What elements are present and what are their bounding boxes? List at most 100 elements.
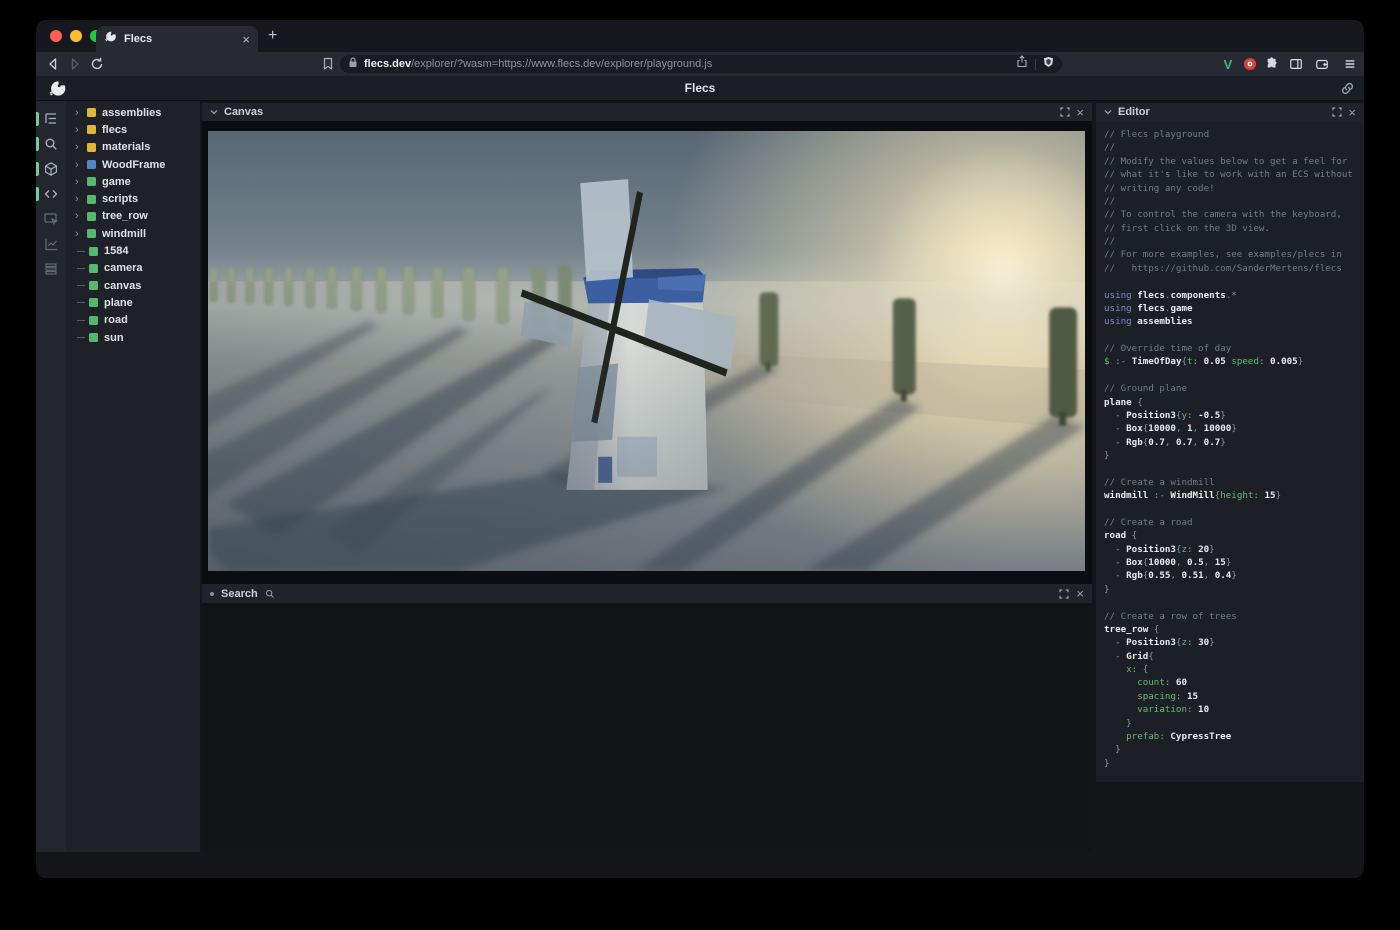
canvas-3d-view[interactable] (202, 121, 1092, 584)
tree-item-windmill[interactable]: › windmill (66, 225, 200, 242)
tree-item-camera[interactable]: camera (66, 260, 200, 277)
sidebar-icon[interactable] (1288, 56, 1304, 72)
3d-scene (208, 131, 1085, 571)
leaf-dash-icon (77, 320, 85, 321)
chevron-right-icon[interactable]: › (75, 159, 87, 171)
rail-code-icon[interactable] (36, 182, 66, 206)
entity-tree: ›assemblies›flecs›materials›WoodFrame›ga… (66, 101, 200, 852)
tree-item-sun[interactable]: sun (66, 329, 200, 346)
entity-color-swatch (87, 177, 96, 186)
extensions-puzzle-icon[interactable] (1264, 56, 1280, 72)
chevron-down-icon[interactable] (1104, 108, 1112, 116)
entity-color-swatch (89, 247, 98, 256)
link-icon[interactable] (1340, 81, 1355, 101)
entity-color-swatch (87, 125, 96, 134)
entity-color-swatch (89, 264, 98, 273)
tree-item-road[interactable]: road (66, 312, 200, 329)
menu-icon[interactable] (1342, 56, 1358, 72)
url-text: flecs.dev/explorer/?wasm=https://www.fle… (364, 58, 1010, 70)
chevron-right-icon[interactable]: › (75, 193, 87, 205)
tree-item-label: WoodFrame (102, 159, 165, 171)
tree-item-label: tree_row (102, 210, 148, 222)
tree-item-label: windmill (102, 228, 146, 240)
leaf-dash-icon (77, 251, 85, 252)
search-panel-title: Search (221, 588, 258, 600)
canvas-panel-title: Canvas (224, 106, 263, 118)
page-header: Flecs (36, 76, 1364, 101)
chevron-right-icon[interactable]: › (75, 141, 87, 153)
rail-chart-icon[interactable] (36, 232, 66, 256)
close-panel-icon[interactable]: × (1076, 106, 1084, 119)
rail-hierarchy-icon[interactable] (36, 107, 66, 131)
forward-icon[interactable] (67, 56, 83, 72)
chevron-right-icon[interactable]: › (75, 107, 87, 119)
tree-item-plane[interactable]: plane (66, 294, 200, 311)
rail-search-icon[interactable] (36, 132, 66, 156)
fullscreen-icon[interactable] (1332, 107, 1342, 117)
entity-color-swatch (89, 333, 98, 342)
editor-panel-header: Editor × (1096, 103, 1364, 121)
entity-color-swatch (89, 298, 98, 307)
tab-close-icon[interactable]: × (242, 33, 250, 46)
chevron-right-icon[interactable]: › (75, 124, 87, 136)
wallet-icon[interactable] (1314, 56, 1330, 72)
tree-item-assemblies[interactable]: ›assemblies (66, 104, 200, 121)
tree-item-1584[interactable]: 1584 (66, 242, 200, 259)
entity-color-swatch (89, 316, 98, 325)
vue-devtools-icon[interactable]: V (1220, 56, 1236, 72)
rail-window-pointer-icon[interactable] (36, 207, 66, 231)
rail-cube-icon[interactable] (36, 157, 66, 181)
editor-panel-title: Editor (1118, 106, 1150, 118)
leaf-dash-icon (77, 302, 85, 303)
tree-item-label: materials (102, 141, 150, 153)
tree-item-flecs[interactable]: ›flecs (66, 121, 200, 138)
url-bar[interactable]: flecs.dev/explorer/?wasm=https://www.fle… (340, 55, 1062, 73)
back-icon[interactable] (45, 56, 61, 72)
browser-tab[interactable]: Flecs × (96, 26, 258, 52)
fullscreen-icon[interactable] (1059, 589, 1069, 599)
close-panel-icon[interactable]: × (1348, 106, 1356, 119)
tree-item-label: 1584 (104, 245, 128, 257)
tree-item-label: sun (104, 332, 124, 344)
new-tab-button[interactable]: + (268, 28, 277, 44)
brave-shield-icon[interactable] (1043, 55, 1054, 73)
close-panel-icon[interactable]: × (1076, 587, 1084, 600)
chevron-down-icon[interactable] (210, 108, 218, 116)
chevron-right-icon[interactable]: › (75, 228, 87, 240)
browser-window: Flecs × + flecs.dev/explorer/?wasm=https… (36, 20, 1364, 878)
search-results-area[interactable] (202, 603, 1092, 852)
lock-icon (348, 55, 358, 73)
tree-item-label: plane (104, 297, 133, 309)
page-title: Flecs (36, 81, 1364, 95)
entity-color-swatch (87, 143, 96, 152)
share-icon[interactable] (1016, 55, 1028, 73)
fullscreen-icon[interactable] (1060, 107, 1070, 117)
tab-favicon-flecs-logo-icon (104, 30, 117, 48)
rail-rows-icon[interactable] (36, 257, 66, 281)
editor-code[interactable]: // Flecs playground//// Modify the value… (1096, 121, 1364, 782)
icon-rail (36, 101, 66, 852)
tree-item-game[interactable]: ›game (66, 173, 200, 190)
editor-panel: Editor × // Flecs playground//// Modify … (1096, 103, 1364, 782)
tree-item-canvas[interactable]: canvas (66, 277, 200, 294)
chevron-right-icon[interactable]: › (75, 176, 87, 188)
entity-color-swatch (87, 108, 96, 117)
bookmark-icon[interactable] (320, 56, 336, 72)
search-panel-header[interactable]: Search × (202, 584, 1092, 603)
leaf-dash-icon (77, 285, 85, 286)
explorer-content: ›assemblies›flecs›materials›WoodFrame›ga… (36, 101, 1364, 852)
close-window-button[interactable] (50, 30, 62, 42)
tree-item-WoodFrame[interactable]: › WoodFrame (66, 156, 200, 173)
red-extension-icon[interactable] (1242, 56, 1258, 72)
minimize-window-button[interactable] (70, 30, 82, 42)
reload-icon[interactable] (89, 56, 105, 72)
entity-color-swatch (87, 160, 96, 169)
tree-item-scripts[interactable]: ›scripts (66, 190, 200, 207)
tree-item-materials[interactable]: › materials (66, 139, 200, 156)
tab-title: Flecs (124, 33, 235, 45)
chevron-right-icon[interactable]: › (75, 210, 87, 222)
leaf-dash-icon (77, 268, 85, 269)
tree-item-label: canvas (104, 280, 141, 292)
entity-color-swatch (87, 195, 96, 204)
tree-item-tree_row[interactable]: › tree_row (66, 208, 200, 225)
